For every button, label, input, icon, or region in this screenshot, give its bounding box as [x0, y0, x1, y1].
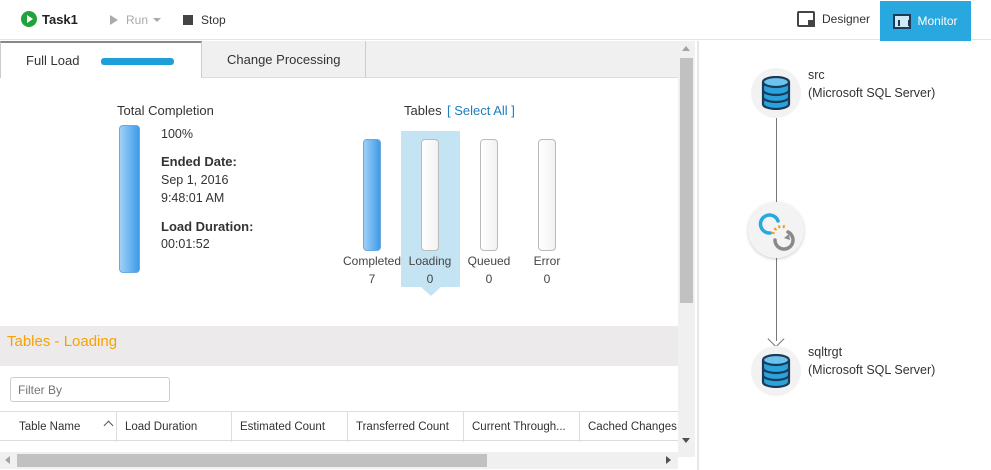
loading-bar[interactable] — [421, 139, 439, 251]
run-button[interactable]: Run — [110, 13, 162, 27]
task-title: Task1 — [21, 11, 78, 27]
chevron-down-icon[interactable] — [153, 18, 162, 22]
column-label: Table Name — [19, 421, 81, 433]
target-database-icon[interactable] — [751, 346, 801, 396]
designer-button[interactable]: Designer — [797, 11, 870, 27]
scroll-left-icon[interactable] — [5, 456, 10, 464]
column-table-name[interactable]: Table Name — [0, 412, 117, 442]
tab-full-load-label: Full Load — [26, 53, 80, 68]
task-running-icon — [21, 11, 37, 27]
stop-button[interactable]: Stop — [183, 13, 226, 27]
task-name: Task1 — [42, 11, 78, 27]
queued-bar[interactable] — [480, 139, 498, 251]
filter-input[interactable] — [10, 377, 170, 402]
column-estimated-count[interactable]: Estimated Count — [232, 412, 348, 442]
horizontal-scroll-thumb[interactable] — [17, 454, 487, 467]
column-label: Transferred Count — [356, 421, 449, 433]
column-label: Load Duration — [125, 421, 198, 433]
monitor-button[interactable]: Monitor — [880, 1, 971, 41]
column-label: Cached Changes — [588, 421, 677, 433]
scroll-down-icon[interactable] — [682, 438, 690, 443]
source-name: src — [808, 68, 825, 82]
target-type: (Microsoft SQL Server) — [808, 363, 936, 377]
ended-date-label: Ended Date: — [161, 154, 237, 169]
error-label: Error — [533, 254, 561, 268]
target-name: sqltrgt — [808, 345, 843, 359]
source-database-icon[interactable] — [751, 68, 801, 118]
select-all-link[interactable]: [ Select All ] — [447, 103, 515, 118]
scroll-up-icon[interactable] — [682, 46, 690, 51]
replication-icon — [758, 213, 795, 251]
database-icon — [761, 76, 791, 110]
tables-label: Tables — [404, 103, 442, 118]
column-load-duration[interactable]: Load Duration — [117, 412, 232, 442]
ended-date-value: Sep 1, 2016 — [161, 173, 229, 187]
flow-connector-top — [776, 118, 777, 203]
completed-bar[interactable] — [363, 139, 381, 251]
stop-icon — [183, 15, 193, 25]
designer-label: Designer — [822, 12, 871, 26]
column-cached-changes[interactable]: Cached Changes — [580, 412, 678, 442]
completion-percent: 100% — [161, 127, 193, 141]
column-transferred-count[interactable]: Transferred Count — [348, 412, 464, 442]
total-completion-label: Total Completion — [117, 103, 214, 118]
ended-time-value: 9:48:01 AM — [161, 191, 225, 205]
designer-icon — [797, 11, 815, 27]
sort-ascending-icon[interactable] — [103, 420, 114, 431]
monitor-main-panel: Full Load Change Processing Total Comple… — [0, 41, 695, 470]
monitor-icon — [893, 13, 912, 29]
source-type: (Microsoft SQL Server) — [808, 86, 936, 100]
tab-bar: Full Load Change Processing — [0, 41, 678, 78]
vertical-scrollbar[interactable] — [678, 41, 695, 457]
column-label: Current Through... — [472, 421, 566, 433]
selection-pointer-icon — [421, 287, 441, 296]
load-duration-label: Load Duration: — [161, 219, 254, 234]
stop-label: Stop — [201, 13, 226, 27]
error-bar[interactable] — [538, 139, 556, 251]
load-duration-value: 00:01:52 — [161, 237, 210, 251]
full-load-progress-bar — [101, 58, 174, 65]
tab-change-processing-label: Change Processing — [227, 52, 341, 67]
database-icon — [761, 354, 791, 388]
tables-grid-header: Table Name Load Duration Estimated Count… — [0, 411, 678, 442]
monitor-label: Monitor — [917, 14, 958, 28]
flow-panel — [699, 41, 991, 470]
run-label: Run — [126, 13, 149, 27]
error-count: 0 — [543, 272, 551, 286]
play-icon — [110, 15, 118, 25]
tables-loading-title: Tables - Loading — [7, 333, 118, 350]
scroll-right-icon[interactable] — [666, 456, 671, 464]
top-toolbar: Task1 Run Stop Designer Monitor — [0, 0, 991, 41]
vertical-scroll-thumb[interactable] — [680, 58, 693, 303]
tab-change-processing[interactable]: Change Processing — [202, 41, 366, 78]
column-current-throughput[interactable]: Current Through... — [464, 412, 580, 442]
flow-connector-bottom — [776, 256, 777, 341]
tab-full-load[interactable]: Full Load — [0, 41, 202, 78]
total-completion-bar — [119, 125, 140, 273]
task-process-node[interactable] — [748, 202, 804, 258]
column-label: Estimated Count — [240, 421, 326, 433]
horizontal-scrollbar[interactable] — [0, 452, 678, 469]
